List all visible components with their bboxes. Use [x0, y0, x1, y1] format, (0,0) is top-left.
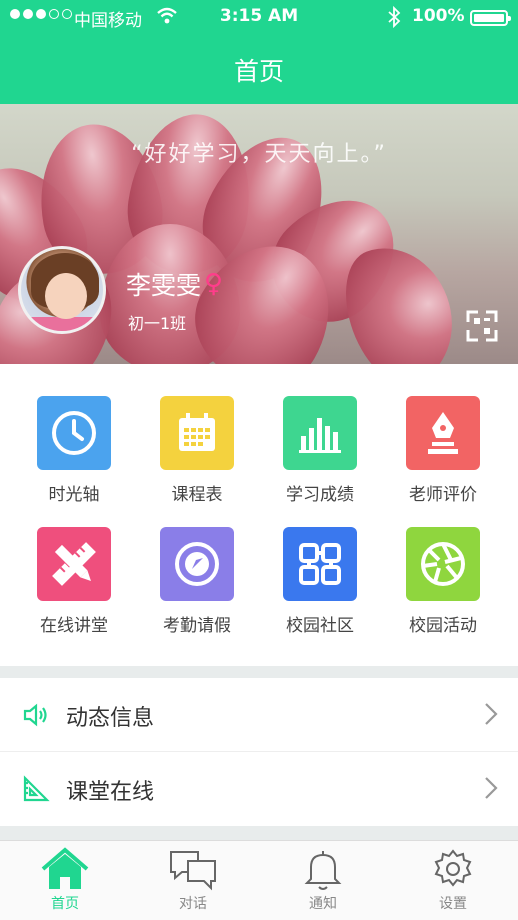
battery-percent: 100% — [412, 6, 465, 26]
page-title: 首页 — [233, 57, 284, 86]
grid-label: 学习成绩 — [286, 485, 354, 505]
tab-label: 通知 — [309, 896, 337, 912]
compass-icon — [160, 527, 234, 601]
student-class: 初一1班 — [128, 314, 187, 333]
aperture-icon — [406, 527, 480, 601]
tab-settings[interactable]: 设置 — [408, 847, 498, 913]
grid-item-online-lecture[interactable]: 在线讲堂 — [19, 527, 129, 647]
motto-quote: “好好学习，天天向上。” — [131, 142, 387, 167]
chevron-right-icon — [484, 702, 498, 726]
calendar-icon — [160, 396, 234, 470]
tab-home[interactable]: 首页 — [20, 847, 110, 913]
bar-chart-icon — [283, 396, 357, 470]
list-item-label: 动态信息 — [66, 706, 155, 731]
grid-label: 老师评价 — [409, 485, 477, 505]
tab-label: 对话 — [179, 896, 207, 912]
grid-item-campus-activity[interactable]: 校园活动 — [388, 527, 498, 647]
chat-icon — [170, 851, 216, 891]
gear-icon — [434, 849, 472, 887]
grid-item-scores[interactable]: 学习成绩 — [265, 396, 375, 516]
list-item-label: 课堂在线 — [66, 780, 155, 805]
grid-label: 在线讲堂 — [40, 616, 108, 636]
student-name: 李雯雯 ♀ — [126, 266, 223, 302]
grid-item-attendance[interactable]: 考勤请假 — [142, 527, 252, 647]
grid-item-campus-community[interactable]: 校园社区 — [265, 527, 375, 647]
tab-label: 首页 — [51, 896, 79, 912]
pen-icon — [406, 396, 480, 470]
tab-bar: 首页 对话 通知 设置 — [0, 840, 518, 920]
speaker-icon — [22, 701, 50, 729]
section-divider — [0, 666, 518, 678]
grid-item-timeline[interactable]: 时光轴 — [19, 396, 129, 516]
grid-item-teacher-review[interactable]: 老师评价 — [388, 396, 498, 516]
grid-label: 考勤请假 — [163, 616, 231, 636]
home-icon — [41, 847, 89, 889]
chevron-right-icon — [484, 776, 498, 800]
battery-icon — [470, 10, 511, 26]
bell-icon — [304, 851, 342, 890]
student-name-text: 李雯雯 — [126, 271, 202, 300]
list-item-classroom-online[interactable]: 课堂在线 — [0, 752, 518, 826]
ruler-triangle-icon — [22, 775, 50, 803]
grid-label: 时光轴 — [48, 485, 100, 505]
grid-label: 校园社区 — [286, 616, 354, 636]
bluetooth-icon — [386, 5, 402, 34]
status-bar: 中国移动 3:15 AM 100% — [0, 0, 518, 36]
ruler-pencil-icon — [37, 527, 111, 601]
avatar[interactable] — [18, 246, 106, 334]
section-divider — [0, 826, 518, 840]
list-item-news[interactable]: 动态信息 — [0, 678, 518, 752]
tab-chat[interactable]: 对话 — [148, 847, 238, 913]
top-bar: 中国移动 3:15 AM 100% 首页 — [0, 0, 518, 104]
qr-code-icon[interactable] — [466, 310, 498, 342]
female-icon: ♀ — [204, 269, 224, 299]
grid-label: 课程表 — [171, 485, 223, 505]
community-icon — [283, 527, 357, 601]
clock-icon — [37, 396, 111, 470]
grid-item-schedule[interactable]: 课程表 — [142, 396, 252, 516]
tab-notifications[interactable]: 通知 — [278, 847, 368, 913]
grid-label: 校园活动 — [409, 616, 477, 636]
tab-label: 设置 — [439, 896, 467, 912]
profile-banner: “好好学习，天天向上。” 李雯雯 ♀ 初一1班 — [0, 104, 518, 364]
